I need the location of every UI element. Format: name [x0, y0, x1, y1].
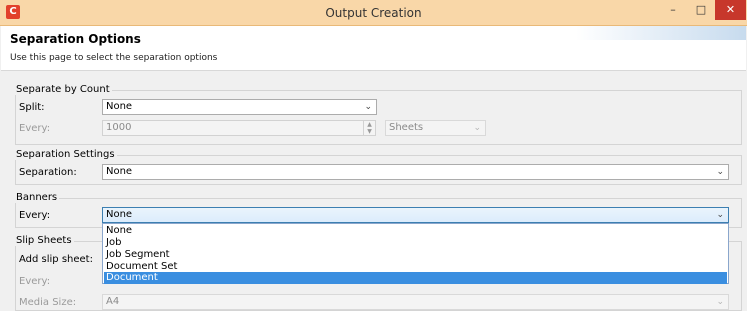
add-slip-sheet-label: Add slip sheet:	[19, 254, 93, 265]
slip-every-label: Every:	[19, 276, 51, 287]
unit-select: Sheets ⌄	[385, 120, 486, 136]
chevron-down-icon: ⌄	[716, 210, 724, 220]
slip-sheets-title: Slip Sheets	[14, 235, 74, 246]
split-label: Split:	[19, 102, 45, 113]
banners-every-value: None	[106, 209, 133, 220]
separation-label: Separation:	[19, 167, 77, 178]
dropdown-option-job-segment[interactable]: Job Segment	[104, 249, 727, 261]
every-count-label: Every:	[19, 123, 51, 134]
split-select[interactable]: None ⌄	[102, 99, 377, 115]
dropdown-option-job[interactable]: Job	[104, 237, 727, 249]
every-count-stepper: 1000 ▲ ▼	[102, 120, 376, 136]
dropdown-option-document[interactable]: Document	[104, 272, 727, 284]
separate-by-count-title: Separate by Count	[14, 84, 112, 95]
banners-dropdown-list: None Job Job Segment Document Set Docume…	[102, 223, 729, 284]
every-count-value: 1000	[106, 122, 132, 133]
media-size-select: A4 ⌄	[102, 294, 729, 310]
maximize-button[interactable]: □	[688, 0, 714, 20]
banners-title: Banners	[14, 192, 60, 203]
close-button[interactable]: ✕	[715, 0, 746, 20]
unit-select-value: Sheets	[389, 122, 424, 133]
page-subtitle: Use this page to select the separation o…	[10, 53, 218, 63]
window-title: Output Creation	[325, 6, 422, 20]
dropdown-option-none[interactable]: None	[104, 225, 727, 237]
chevron-down-icon: ⌄	[716, 297, 724, 307]
spin-arrows-icon: ▲ ▼	[363, 121, 375, 135]
minimize-button[interactable]: –	[660, 0, 686, 20]
banners-every-label: Every:	[19, 210, 51, 221]
chevron-down-icon: ⌄	[716, 167, 724, 177]
split-select-value: None	[106, 101, 133, 112]
chevron-down-icon: ⌄	[473, 123, 481, 133]
header-decoration	[576, 26, 746, 40]
chevron-down-icon: ⌄	[364, 102, 372, 112]
page-title: Separation Options	[10, 32, 141, 46]
separation-settings-title: Separation Settings	[14, 149, 117, 160]
separation-select-value: None	[106, 166, 133, 177]
title-bar: C Output Creation – □ ✕	[0, 0, 747, 26]
media-size-value: A4	[106, 296, 120, 307]
separation-select[interactable]: None ⌄	[102, 164, 729, 180]
page-header: Separation Options Use this page to sele…	[1, 26, 746, 71]
banners-every-select[interactable]: None ⌄	[102, 207, 729, 223]
media-size-label: Media Size:	[19, 297, 77, 308]
